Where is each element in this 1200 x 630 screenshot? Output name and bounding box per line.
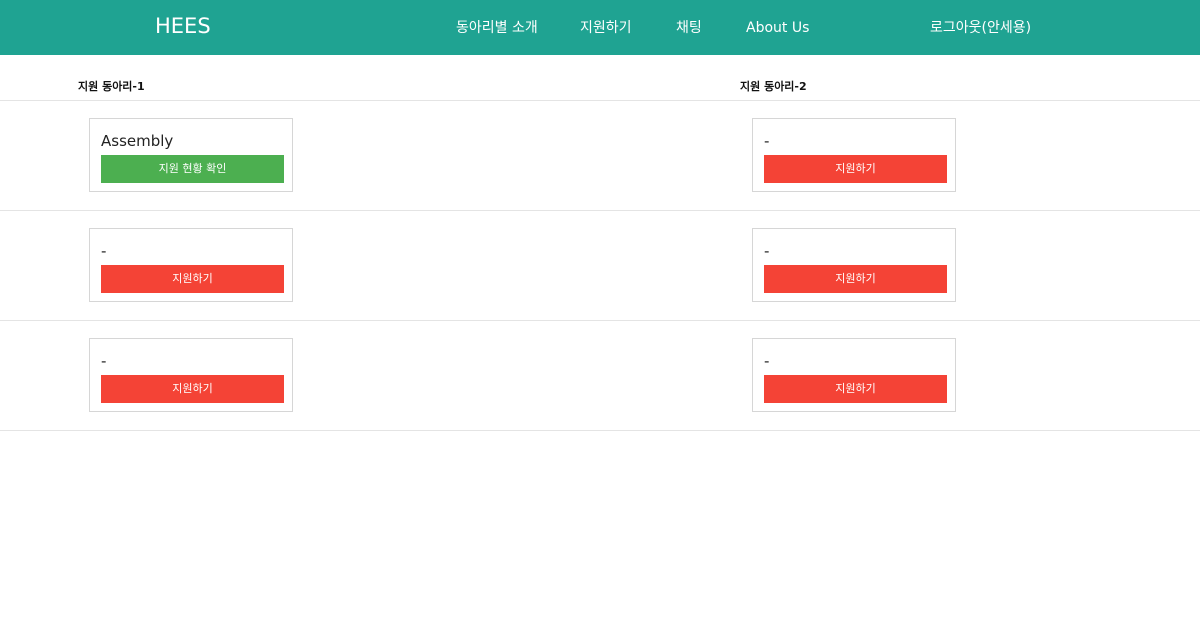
club-name: - — [764, 132, 770, 150]
column-header-1: 지원 동아리-1 — [78, 80, 145, 93]
club-card-1-2: - 지원하기 — [89, 228, 293, 302]
row-divider — [0, 210, 1200, 211]
nav-link-apply[interactable]: 지원하기 — [580, 19, 632, 37]
club-card-2-1: - 지원하기 — [752, 118, 956, 192]
apply-button[interactable]: 지원하기 — [764, 265, 947, 293]
nav-link-club-intro[interactable]: 동아리별 소개 — [456, 19, 538, 37]
club-name: - — [764, 352, 770, 370]
row-divider — [0, 100, 1200, 101]
club-name: - — [101, 242, 107, 260]
club-name: Assembly — [101, 132, 174, 150]
apply-button[interactable]: 지원하기 — [101, 375, 284, 403]
row-divider — [0, 320, 1200, 321]
logout-link[interactable]: 로그아웃(안세용) — [930, 19, 1031, 37]
club-card-1-1: Assembly 지원 현황 확인 — [89, 118, 293, 192]
brand-logo[interactable]: HEES — [155, 12, 211, 40]
column-header-2: 지원 동아리-2 — [740, 80, 807, 93]
club-name: - — [764, 242, 770, 260]
club-card-2-2: - 지원하기 — [752, 228, 956, 302]
nav-link-chat[interactable]: 채팅 — [676, 19, 702, 37]
apply-button[interactable]: 지원하기 — [764, 375, 947, 403]
row-divider — [0, 430, 1200, 431]
club-card-1-3: - 지원하기 — [89, 338, 293, 412]
check-status-button[interactable]: 지원 현황 확인 — [101, 155, 284, 183]
club-name: - — [101, 352, 107, 370]
apply-button[interactable]: 지원하기 — [764, 155, 947, 183]
navbar: HEES 동아리별 소개 지원하기 채팅 About Us 로그아웃(안세용) — [0, 0, 1200, 55]
apply-button[interactable]: 지원하기 — [101, 265, 284, 293]
nav-link-about-us[interactable]: About Us — [746, 19, 809, 37]
club-card-2-3: - 지원하기 — [752, 338, 956, 412]
